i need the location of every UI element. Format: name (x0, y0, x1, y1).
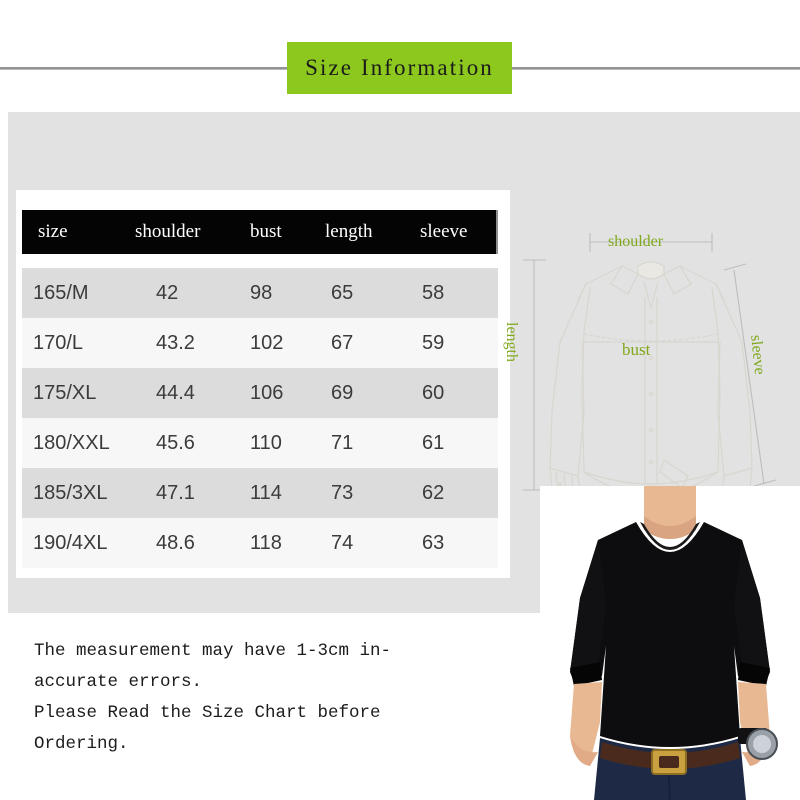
cell-length: 67 (331, 331, 354, 354)
cell-shoulder: 43.2 (156, 331, 195, 354)
note-line-4: Ordering. (34, 734, 129, 754)
cell-bust: 106 (250, 381, 284, 404)
table-row: 185/3XL 47.1 114 73 62 (22, 468, 498, 518)
table-header-row: size shoulder bust length sleeve (22, 210, 498, 254)
diagram-label-length: length (503, 322, 520, 362)
cell-shoulder: 42 (156, 281, 179, 304)
cell-shoulder: 47.1 (156, 481, 195, 504)
cell-bust: 114 (250, 481, 282, 504)
size-information-page: Size Information size shoulder bust leng… (0, 0, 800, 800)
cell-length: 71 (331, 431, 354, 454)
cell-shoulder: 45.6 (156, 431, 195, 454)
cell-size: 180/XXL (33, 431, 110, 454)
cell-size: 185/3XL (33, 481, 108, 504)
column-header-shoulder: shoulder (135, 221, 201, 242)
cell-bust: 102 (250, 331, 284, 354)
column-header-sleeve: sleeve (420, 221, 468, 242)
size-table: size shoulder bust length sleeve 165/M 4… (22, 210, 498, 568)
cell-sleeve: 59 (422, 331, 445, 354)
header-gap (22, 254, 498, 268)
table-row: 175/XL 44.4 106 69 60 (22, 368, 498, 418)
cell-size: 175/XL (33, 381, 97, 404)
cell-size: 190/4XL (33, 531, 108, 554)
cell-sleeve: 62 (422, 481, 445, 504)
cell-shoulder: 44.4 (156, 381, 195, 404)
measurement-note: The measurement may have 1-3cm in- accur… (34, 636, 454, 760)
table-row: 165/M 42 98 65 58 (22, 268, 498, 318)
cell-sleeve: 58 (422, 281, 445, 304)
diagram-label-shoulder: shoulder (608, 233, 664, 250)
model-illustration-svg (540, 486, 800, 800)
model-photo (540, 486, 800, 800)
cell-sleeve: 61 (422, 431, 445, 454)
cell-bust: 118 (250, 531, 282, 554)
cell-size: 170/L (33, 331, 84, 354)
cell-sleeve: 63 (422, 531, 445, 554)
cell-length: 73 (331, 481, 354, 504)
table-row: 170/L 43.2 102 67 59 (22, 318, 498, 368)
cell-sleeve: 60 (422, 381, 445, 404)
diagram-label-bust: bust (622, 340, 651, 359)
column-header-length: length (325, 221, 373, 242)
shirt-measurement-diagram: shoulder bust length sleeve (503, 222, 797, 522)
cell-length: 65 (331, 281, 354, 304)
page-title: Size Information (305, 55, 494, 80)
note-line-3: Please Read the Size Chart before (34, 703, 381, 723)
cell-shoulder: 48.6 (156, 531, 195, 554)
cell-size: 165/M (33, 281, 89, 304)
cell-length: 69 (331, 381, 354, 404)
table-row: 190/4XL 48.6 118 74 63 (22, 518, 498, 568)
cell-length: 74 (331, 531, 354, 554)
title-badge: Size Information (287, 42, 512, 94)
column-header-size: size (38, 221, 68, 242)
cell-bust: 110 (250, 431, 282, 454)
column-header-bust: bust (250, 221, 282, 242)
table-row: 180/XXL 45.6 110 71 61 (22, 418, 498, 468)
note-line-2: accurate errors. (34, 672, 203, 692)
title-band: Size Information (0, 42, 800, 94)
cell-bust: 98 (250, 281, 273, 304)
note-line-1: The measurement may have 1-3cm in- (34, 641, 392, 661)
